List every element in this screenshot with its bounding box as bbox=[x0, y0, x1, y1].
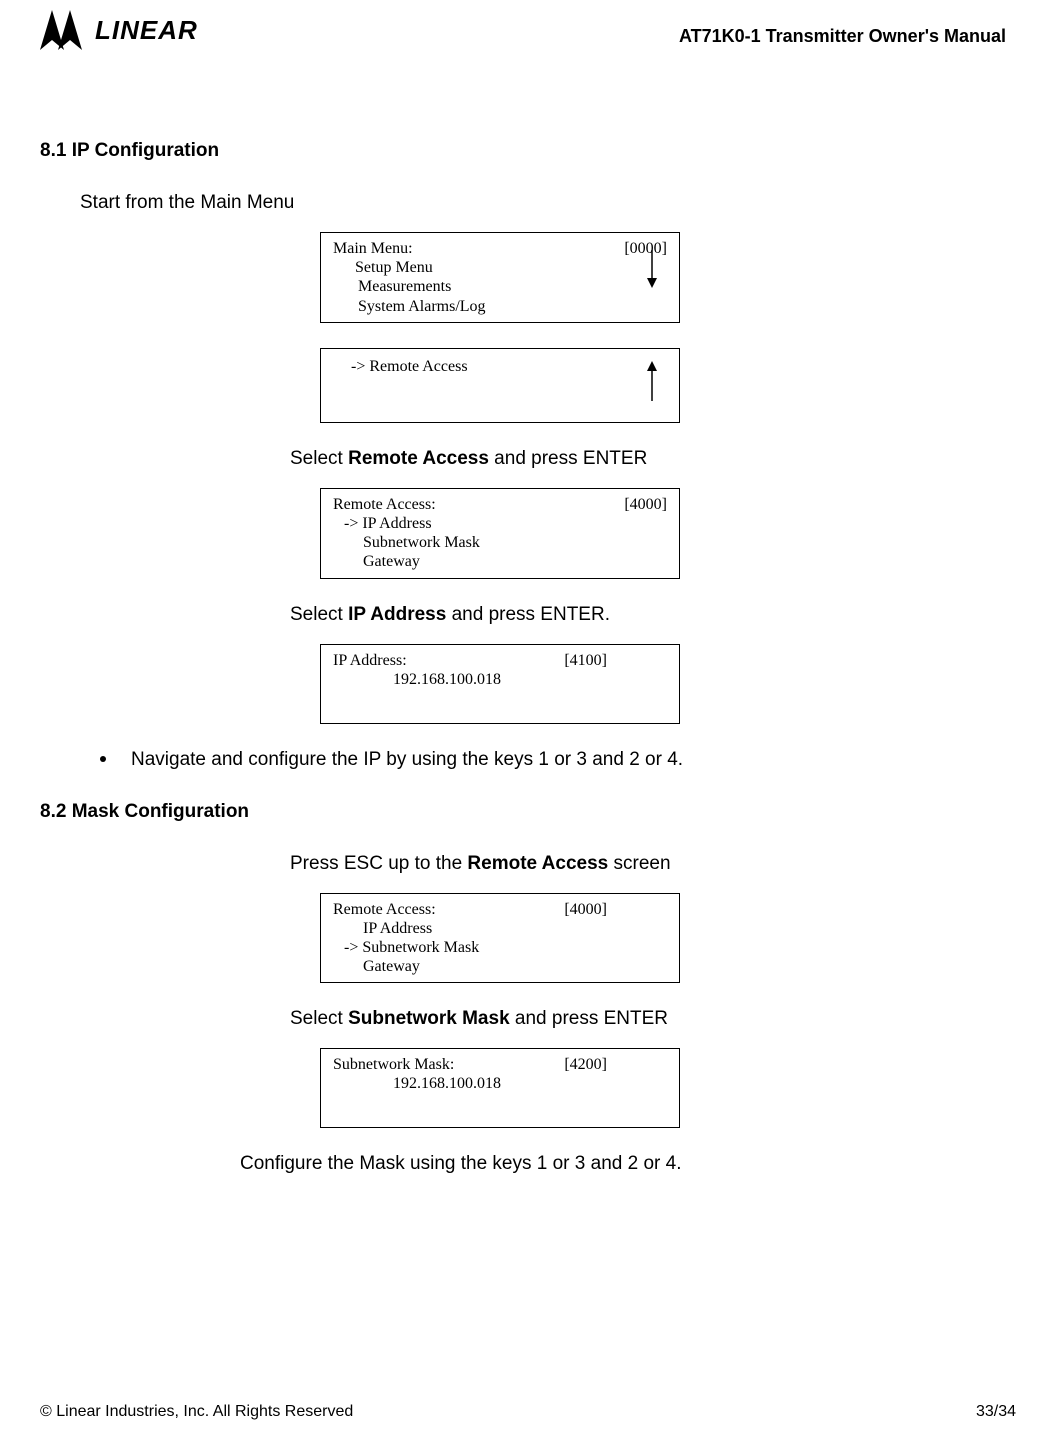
section-8-2-title: 8.2 Mask Configuration bbox=[40, 801, 1016, 823]
step-text: Press ESC up to the Remote Access screen bbox=[290, 853, 1016, 875]
screen-code: [4100] bbox=[564, 651, 607, 670]
screen-line: System Alarms/Log bbox=[333, 297, 667, 316]
screen-code: [4200] bbox=[564, 1055, 607, 1074]
text-bold: Subnetwork Mask bbox=[348, 1008, 510, 1029]
logo-mark-icon bbox=[40, 10, 90, 50]
screen-line: -> Subnetwork Mask bbox=[333, 938, 667, 957]
page-number: 33/34 bbox=[976, 1403, 1016, 1421]
screen-value: 192.168.100.018 bbox=[333, 1074, 667, 1093]
page-footer: © Linear Industries, Inc. All Rights Res… bbox=[40, 1403, 1016, 1421]
text-bold: Remote Access bbox=[467, 853, 608, 874]
screen-line: Setup Menu bbox=[333, 258, 667, 277]
screen-line: -> IP Address bbox=[333, 514, 667, 533]
screen-line: Gateway bbox=[333, 957, 667, 976]
screen-title: IP Address: bbox=[333, 651, 407, 670]
text-bold: IP Address bbox=[348, 604, 446, 625]
text: screen bbox=[608, 853, 670, 874]
text-bold: Remote Access bbox=[348, 448, 489, 469]
screen-code: [4000] bbox=[564, 900, 607, 919]
logo: LINEAR bbox=[40, 10, 198, 50]
arrow-up-icon bbox=[645, 361, 659, 401]
bullet-text: Navigate and configure the IP by using t… bbox=[131, 749, 683, 771]
screen-line: Gateway bbox=[333, 552, 667, 571]
text: Select bbox=[290, 604, 348, 625]
copyright-text: © Linear Industries, Inc. All Rights Res… bbox=[40, 1403, 353, 1421]
logo-text: LINEAR bbox=[95, 15, 198, 46]
bullet-icon bbox=[100, 756, 106, 762]
screen-code: [4000] bbox=[624, 495, 667, 514]
section-8-1-title: 8.1 IP Configuration bbox=[40, 140, 1016, 162]
section-8-1-intro: Start from the Main Menu bbox=[80, 192, 1016, 214]
page-header: LINEAR AT71K0-1 Transmitter Owner's Manu… bbox=[40, 10, 1016, 50]
step-text: Select IP Address and press ENTER. bbox=[290, 604, 1016, 626]
screen-title: Main Menu: bbox=[333, 239, 413, 258]
manual-title: AT71K0-1 Transmitter Owner's Manual bbox=[679, 26, 1006, 47]
screen-line: -> Remote Access bbox=[333, 357, 667, 376]
screen-value: 192.168.100.018 bbox=[333, 670, 667, 689]
text: and press ENTER bbox=[489, 448, 647, 469]
screen-title: Remote Access: bbox=[333, 900, 436, 919]
text: Select bbox=[290, 448, 348, 469]
screen-title: Subnetwork Mask: bbox=[333, 1055, 454, 1074]
screen-ip-address: IP Address: [4100] 192.168.100.018 bbox=[320, 644, 680, 724]
screen-line: Measurements bbox=[333, 277, 667, 296]
screen-remote-access-2: Remote Access: [4000] IP Address -> Subn… bbox=[320, 893, 680, 984]
screen-main-menu: Main Menu: [0000] Setup Menu Measurement… bbox=[320, 232, 680, 323]
text: and press ENTER bbox=[510, 1008, 668, 1029]
text: Select bbox=[290, 1008, 348, 1029]
arrow-down-icon bbox=[645, 248, 659, 288]
step-text: Select Remote Access and press ENTER bbox=[290, 448, 1016, 470]
screen-remote-access-nav: -> Remote Access bbox=[320, 348, 680, 423]
screen-subnetwork-mask: Subnetwork Mask: [4200] 192.168.100.018 bbox=[320, 1048, 680, 1128]
screen-line: IP Address bbox=[333, 919, 667, 938]
step-text: Select Subnetwork Mask and press ENTER bbox=[290, 1008, 1016, 1030]
bullet-item: Navigate and configure the IP by using t… bbox=[100, 749, 1016, 771]
screen-title: Remote Access: bbox=[333, 495, 436, 514]
screen-line: Subnetwork Mask bbox=[333, 533, 667, 552]
text: and press ENTER. bbox=[446, 604, 610, 625]
text: Press ESC up to the bbox=[290, 853, 467, 874]
screen-remote-access: Remote Access: [4000] -> IP Address Subn… bbox=[320, 488, 680, 579]
final-text: Configure the Mask using the keys 1 or 3… bbox=[240, 1153, 1016, 1175]
